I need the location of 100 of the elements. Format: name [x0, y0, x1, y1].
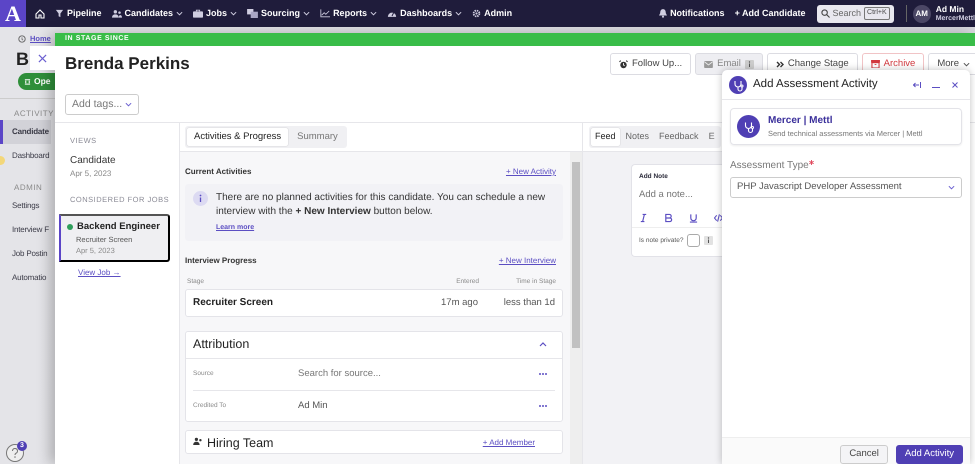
stethoscope-icon	[729, 76, 747, 94]
private-checkbox[interactable]	[687, 234, 700, 247]
underline-button[interactable]	[689, 212, 698, 222]
funnel-icon	[55, 9, 64, 18]
sidebar-item[interactable]: Job Postin	[0, 242, 50, 266]
scrollbar[interactable]	[570, 152, 582, 464]
close-button[interactable]	[952, 82, 958, 88]
info-message: There are no planned activities for this candidate. You can schedule a new interview with the + New Interview button below.	[216, 191, 546, 219]
nav-item[interactable]: Candidates	[106, 6, 188, 20]
note-field[interactable]: Add a note...	[632, 182, 723, 208]
dock-button[interactable]	[913, 82, 921, 88]
new-activity-link[interactable]: + New Activity	[506, 166, 556, 178]
collapse-button[interactable]	[539, 342, 547, 348]
sidebar-item[interactable]: Candidate	[0, 120, 51, 144]
status-button[interactable]: Ope	[18, 73, 55, 90]
close-icon	[38, 54, 47, 62]
briefcase-icon	[193, 9, 204, 18]
people-icon	[112, 9, 122, 18]
add-candidate-button[interactable]: + Add Candidate	[730, 6, 811, 20]
gear-icon	[472, 9, 482, 18]
italic-button[interactable]	[639, 212, 648, 222]
underline-icon	[689, 212, 698, 222]
field-label: Assessment Type	[730, 158, 962, 173]
chevron-down-icon	[455, 11, 462, 16]
view-job-link[interactable]: View Job →	[78, 267, 121, 280]
chevron-down-icon	[176, 11, 184, 16]
section-heading: ACTIVITY	[13, 108, 56, 120]
tab[interactable]: Notes	[622, 128, 654, 146]
notifications-button[interactable]: Notifications	[654, 6, 730, 20]
card-title: Attribution	[193, 336, 250, 354]
section-heading: Current Activities	[185, 166, 252, 178]
card-title: Hiring Team	[207, 436, 274, 449]
help-button[interactable]	[6, 444, 24, 462]
nav-item[interactable]: Admin	[467, 6, 518, 20]
tab[interactable]: Summary	[290, 128, 345, 146]
close-icon	[952, 82, 958, 88]
avatar[interactable]: AM	[912, 4, 931, 22]
cards-icon	[247, 9, 258, 18]
ellipsis-icon	[539, 404, 547, 407]
nav-item[interactable]: Reports	[315, 6, 382, 20]
italic-icon	[639, 212, 648, 222]
archive-box-icon	[870, 60, 880, 68]
page-title: B	[16, 48, 29, 71]
more-options-button[interactable]	[539, 404, 547, 407]
tab[interactable]: E	[704, 128, 719, 146]
dock-icon	[913, 82, 921, 88]
chevron-down-icon	[230, 11, 238, 16]
candidate-name: Brenda Perkins	[65, 53, 190, 76]
chevron-down-icon	[303, 11, 310, 16]
sidebar-item[interactable]: Settings	[0, 194, 42, 218]
tab[interactable]: Feedback	[655, 128, 703, 146]
chart-icon	[320, 9, 330, 18]
pillar-icon	[24, 78, 31, 85]
info-icon	[193, 191, 208, 206]
assessment-type-select[interactable]: PHP Javascript Developer Assessment	[730, 177, 962, 198]
bell-icon	[659, 9, 668, 18]
sidebar-item[interactable]: Interview F	[0, 218, 51, 242]
add-activity-button[interactable]: Add Activity	[896, 445, 963, 464]
field-value: Ad Min	[298, 398, 328, 413]
section-heading: Interview Progress	[185, 255, 257, 267]
view-item[interactable]: Candidate Apr 5, 2023	[60, 146, 116, 180]
nav-item[interactable]: Pipeline	[50, 6, 107, 20]
more-options-button[interactable]	[539, 373, 547, 376]
nav-item[interactable]: Jobs	[188, 6, 242, 20]
ellipsis-icon	[539, 373, 547, 376]
code-button[interactable]	[714, 212, 723, 222]
chevron-down-icon	[963, 62, 970, 66]
tab[interactable]: Activities & Progress	[187, 128, 288, 146]
alarm-clock-icon	[618, 60, 628, 68]
action-button[interactable]: Follow Up...	[610, 53, 692, 75]
modal-title: Add Assessment Activity	[753, 76, 878, 92]
sidebar-item[interactable]: Automatio	[0, 266, 48, 290]
sidebar-item[interactable]: Dashboard	[0, 144, 52, 168]
nav-item[interactable]: Sourcing	[242, 6, 316, 20]
history-icon	[18, 35, 26, 43]
chevron-down-icon	[948, 185, 955, 190]
add-member-link[interactable]: + Add Member	[482, 436, 535, 449]
chevron-up-icon	[539, 342, 547, 348]
search-icon	[820, 9, 830, 18]
people-icon	[193, 436, 203, 445]
question-icon	[11, 448, 19, 458]
provider-name: Mercer | Mettl	[768, 114, 834, 128]
nav-item[interactable]: Dashboards	[382, 6, 468, 20]
double-chevron-icon	[776, 60, 784, 68]
table-cell-text: less than 1d	[502, 296, 555, 310]
bold-button[interactable]	[664, 212, 673, 222]
logo[interactable]: A	[0, 0, 26, 27]
source-field[interactable]: Search for source...	[298, 367, 468, 382]
close-button[interactable]	[30, 46, 55, 70]
chevron-down-icon	[125, 102, 132, 107]
info-icon	[744, 60, 754, 68]
chevron-down-icon	[370, 11, 378, 16]
table-cell-text: 17m ago	[440, 296, 478, 310]
tags-select[interactable]: Add tags...	[65, 94, 139, 115]
user-name: Ad Min	[936, 4, 966, 14]
cancel-button[interactable]: Cancel	[840, 445, 888, 464]
tab[interactable]: Feed	[591, 128, 620, 146]
new-interview-link[interactable]: + New Interview	[498, 255, 556, 267]
envelope-icon	[704, 60, 714, 68]
table-cell-text: Recruiter Screen	[193, 296, 274, 310]
